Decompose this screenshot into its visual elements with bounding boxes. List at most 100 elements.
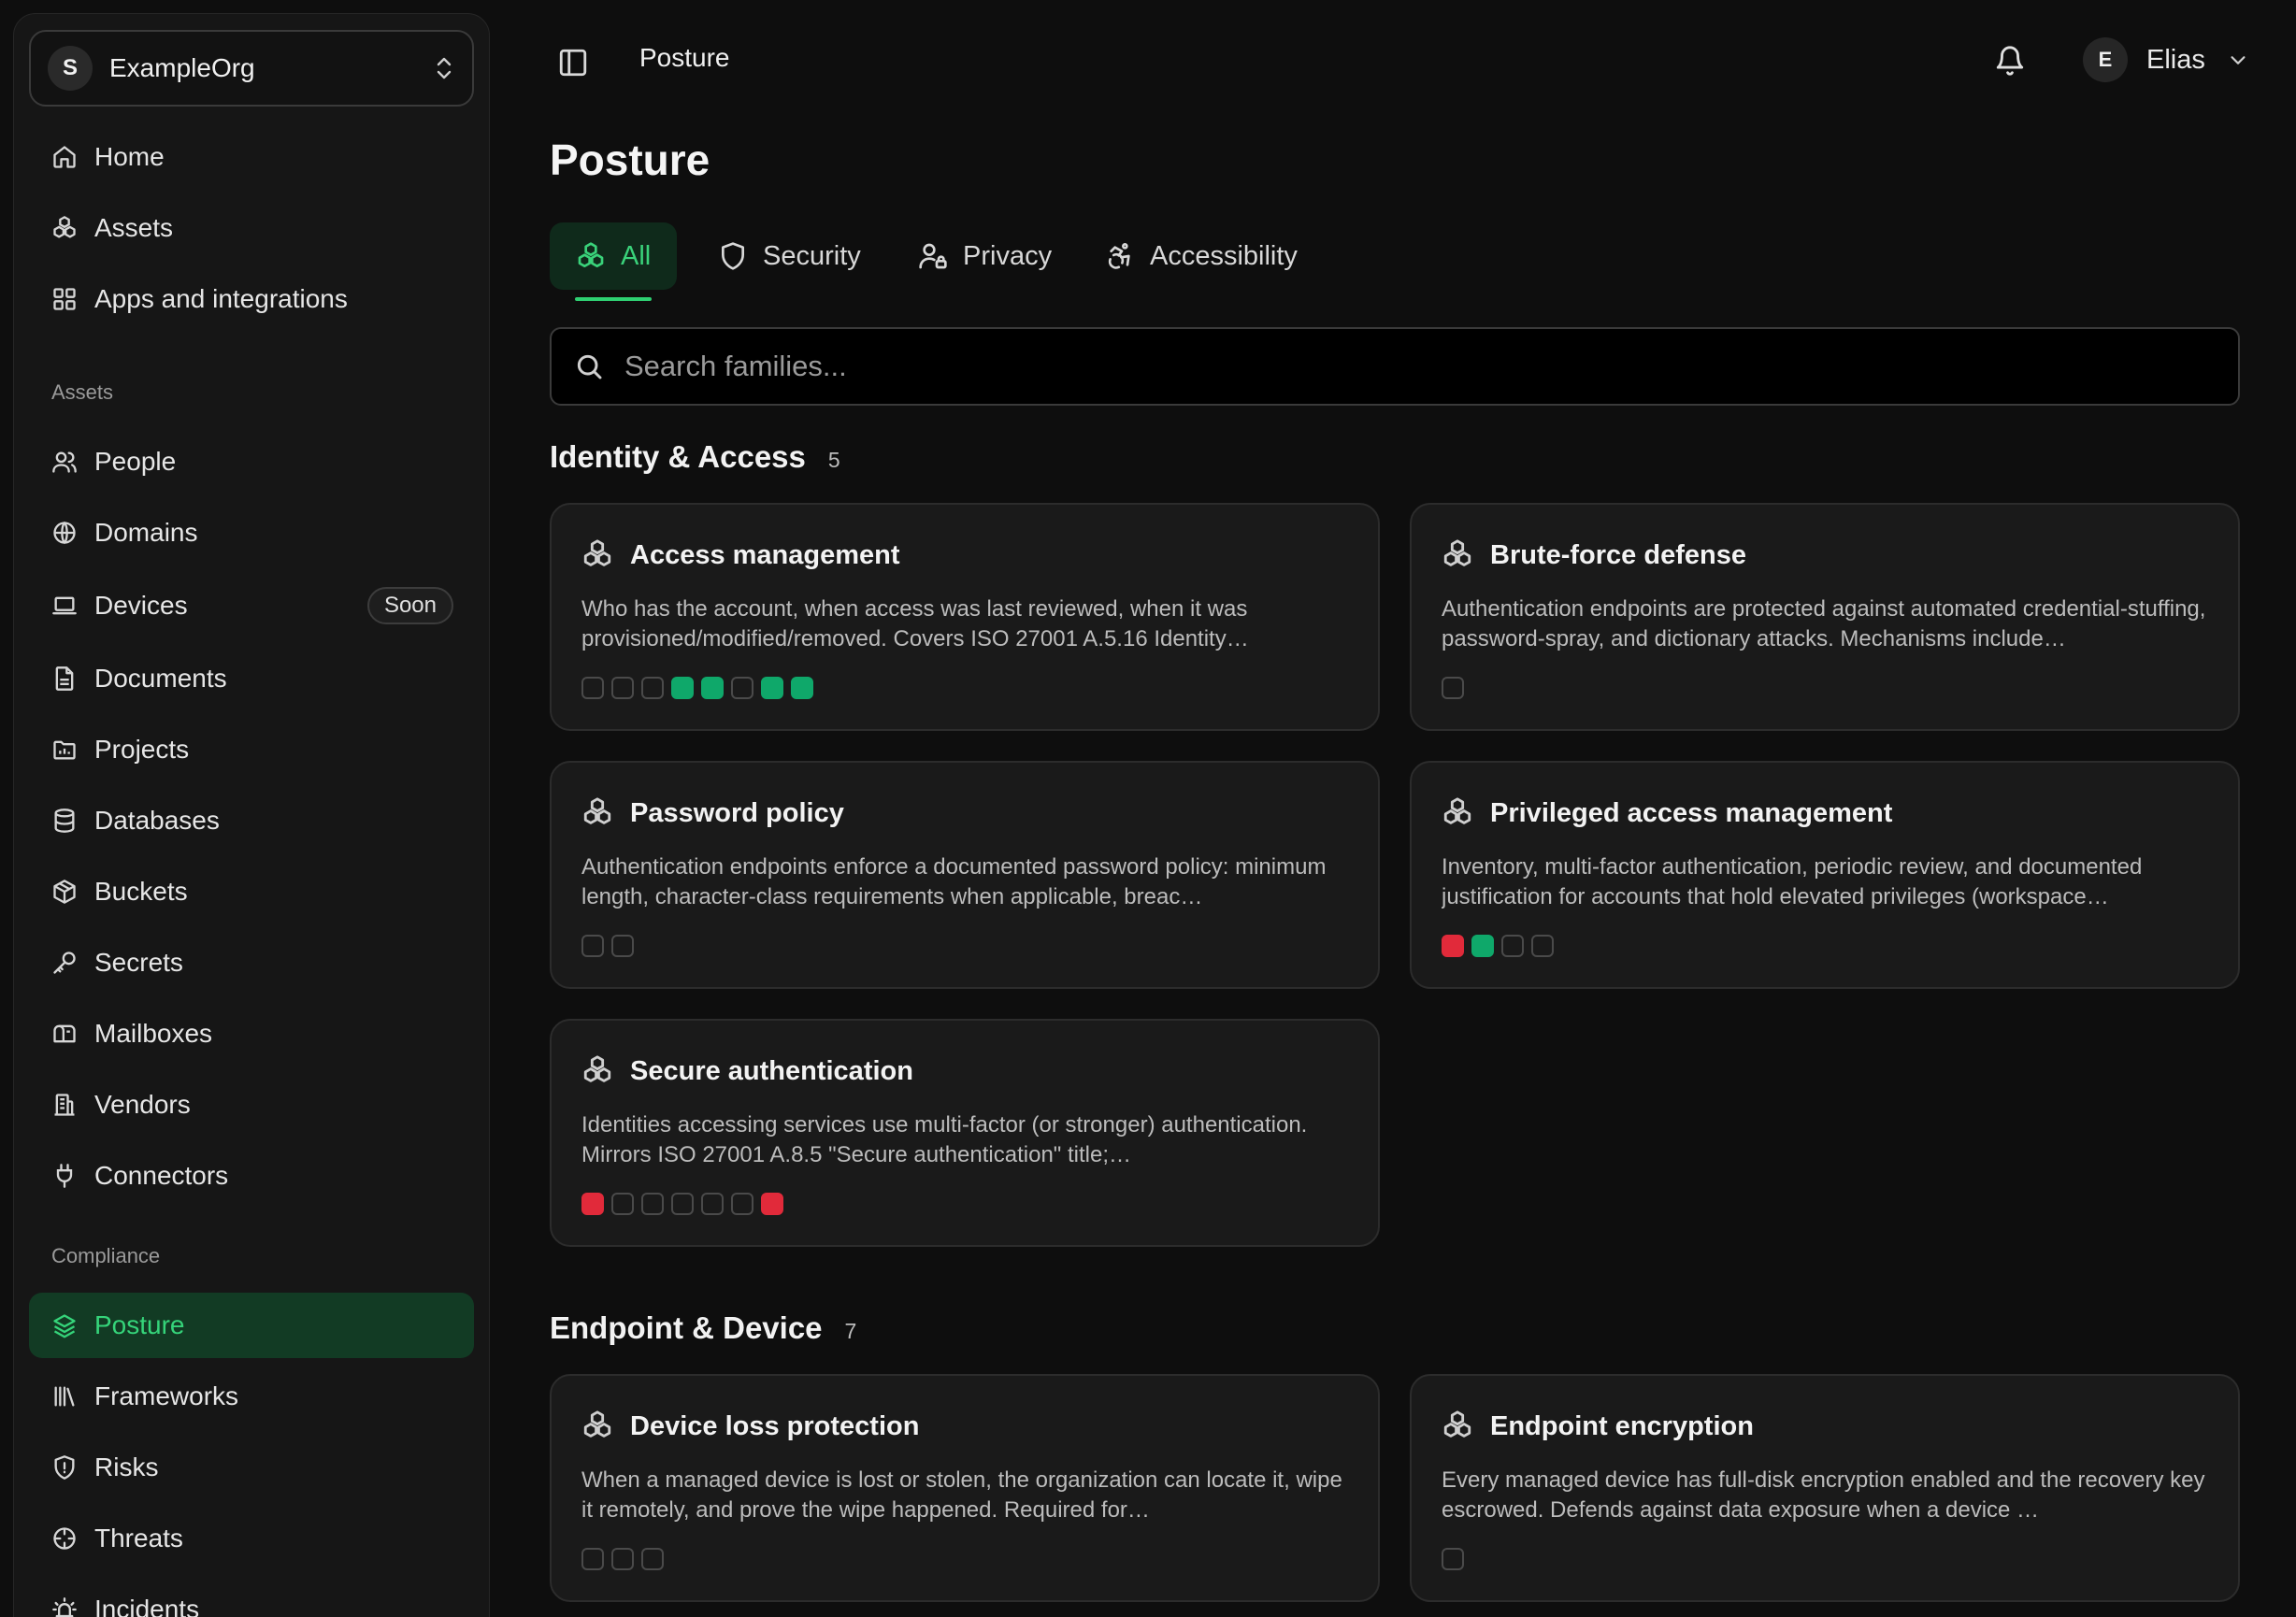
section-count: 5 [827, 448, 840, 472]
sidebar-toggle-icon[interactable] [557, 47, 589, 79]
card-description: Authentication endpoints enforce a docum… [581, 854, 1327, 909]
sidebar-item-frameworks[interactable]: Frameworks [29, 1364, 474, 1429]
accessibility-icon [1108, 243, 1130, 269]
tab-security[interactable]: Security [692, 222, 887, 290]
status-square-empty[interactable] [611, 935, 634, 957]
family-card[interactable]: Privileged access management Inventory, … [1410, 761, 2240, 989]
user-name: Elias [2146, 44, 2205, 75]
sidebar-item-posture[interactable]: Posture [29, 1293, 474, 1358]
status-square-empty[interactable] [671, 1193, 694, 1215]
card-description: Inventory, multi-factor authentication, … [1442, 854, 2143, 909]
status-square-empty[interactable] [1442, 1548, 1464, 1570]
sidebar-item-label: People [94, 447, 177, 476]
org-switcher[interactable]: S ExampleOrg [29, 30, 474, 107]
sidebar-item-incidents[interactable]: Incidents [29, 1577, 474, 1617]
sidebar-group-assets: Assets [51, 380, 114, 404]
family-card[interactable]: Brute-force defense Authentication endpo… [1410, 503, 2240, 731]
sidebar-item-label: Mailboxes [94, 1019, 213, 1048]
sidebar-item-label: Frameworks [94, 1381, 239, 1410]
status-square-empty[interactable] [1442, 677, 1464, 699]
status-square-empty[interactable] [581, 677, 604, 699]
status-square-empty[interactable] [581, 935, 604, 957]
sidebar-item-databases[interactable]: Databases [29, 788, 474, 853]
sidebar-item-connectors[interactable]: Connectors [29, 1143, 474, 1209]
sidebar-item-buckets[interactable]: Buckets [29, 859, 474, 924]
card-description: Who has the account, when access was las… [581, 596, 1249, 651]
status-square-empty[interactable] [1531, 935, 1554, 957]
boxes-icon [1443, 797, 1471, 824]
family-card[interactable]: Password policy Authentication endpoints… [550, 761, 1380, 989]
status-square-empty[interactable] [641, 677, 664, 699]
card-title: Privileged access management [1490, 798, 1893, 828]
sidebar-item-label: Devices [94, 591, 188, 620]
status-square-empty[interactable] [611, 677, 634, 699]
status-square-green[interactable] [791, 677, 813, 699]
sidebar-item-apps-and-integrations[interactable]: Apps and integrations [29, 266, 474, 332]
sidebar-item-label: Domains [94, 518, 198, 547]
mailbox-icon [53, 1024, 76, 1043]
status-square-empty[interactable] [701, 1193, 724, 1215]
sidebar-item-risks[interactable]: Risks [29, 1435, 474, 1500]
sidebar-item-label: Databases [94, 806, 220, 835]
search-input[interactable] [624, 350, 2214, 383]
tab-accessibility[interactable]: Accessibility [1079, 222, 1324, 290]
sidebar-item-secrets[interactable]: Secrets [29, 930, 474, 995]
section-header: Endpoint & Device 7 [550, 1310, 856, 1346]
sidebar-item-home[interactable]: Home [29, 124, 474, 190]
sidebar-item-devices[interactable]: Devices Soon [29, 573, 474, 638]
sidebar-item-projects[interactable]: Projects [29, 717, 474, 782]
tab-all[interactable]: All [550, 222, 678, 301]
plug-icon [56, 1164, 73, 1188]
file-icon [55, 666, 74, 691]
card-description: Authentication endpoints are protected a… [1442, 596, 2206, 651]
sidebar-item-mailboxes[interactable]: Mailboxes [29, 1001, 474, 1066]
status-square-red[interactable] [581, 1193, 604, 1215]
sidebar-item-vendors[interactable]: Vendors [29, 1072, 474, 1138]
card-title: Password policy [630, 798, 844, 828]
status-square-green[interactable] [761, 677, 783, 699]
section-title: Identity & Access [550, 439, 806, 474]
status-square-red[interactable] [761, 1193, 783, 1215]
tab-privacy[interactable]: Privacy [892, 222, 1078, 290]
library-icon [54, 1386, 75, 1407]
card-description: When a managed device is lost or stolen,… [581, 1467, 1342, 1523]
status-squares [1442, 677, 1471, 699]
boxes-icon [583, 797, 611, 824]
active-tab-indicator [575, 297, 652, 301]
status-square-empty[interactable] [581, 1548, 604, 1570]
status-square-empty[interactable] [731, 1193, 753, 1215]
sidebar-item-threats[interactable]: Threats [29, 1506, 474, 1571]
status-square-empty[interactable] [611, 1548, 634, 1570]
sidebar-item-assets[interactable]: Assets [29, 195, 474, 261]
status-square-green[interactable] [1471, 935, 1494, 957]
family-card[interactable]: Device loss protection When a managed de… [550, 1374, 1380, 1602]
search-icon [577, 354, 602, 379]
status-square-red[interactable] [1442, 935, 1464, 957]
status-square-empty[interactable] [641, 1193, 664, 1215]
sidebar-item-label: Assets [94, 213, 174, 242]
sidebar-item-people[interactable]: People [29, 429, 474, 494]
page-title: Posture [550, 136, 710, 184]
status-square-empty[interactable] [641, 1548, 664, 1570]
org-name: ExampleOrg [109, 53, 255, 82]
bell-icon[interactable] [1994, 44, 2026, 78]
sidebar-item-label: Secrets [94, 948, 183, 977]
family-card[interactable]: Endpoint encryption Every managed device… [1410, 1374, 2240, 1602]
status-squares [581, 677, 821, 699]
sidebar-item-domains[interactable]: Domains [29, 500, 474, 565]
sidebar-item-documents[interactable]: Documents [29, 646, 474, 711]
status-square-empty[interactable] [611, 1193, 634, 1215]
tab-label: Privacy [963, 240, 1053, 271]
status-square-green[interactable] [701, 677, 724, 699]
status-square-empty[interactable] [1501, 935, 1524, 957]
card-title: Access management [630, 540, 900, 570]
family-card[interactable]: Access management Who has the account, w… [550, 503, 1380, 731]
status-square-green[interactable] [671, 677, 694, 699]
card-description: Identities accessing services use multi-… [581, 1112, 1308, 1167]
sidebar-group-compliance: Compliance [51, 1244, 161, 1267]
tab-label: Security [763, 240, 861, 271]
user-menu[interactable]: E Elias [2083, 37, 2248, 82]
status-square-empty[interactable] [731, 677, 753, 699]
family-card[interactable]: Secure authentication Identities accessi… [550, 1019, 1380, 1247]
shield-alert-icon [54, 1455, 75, 1480]
